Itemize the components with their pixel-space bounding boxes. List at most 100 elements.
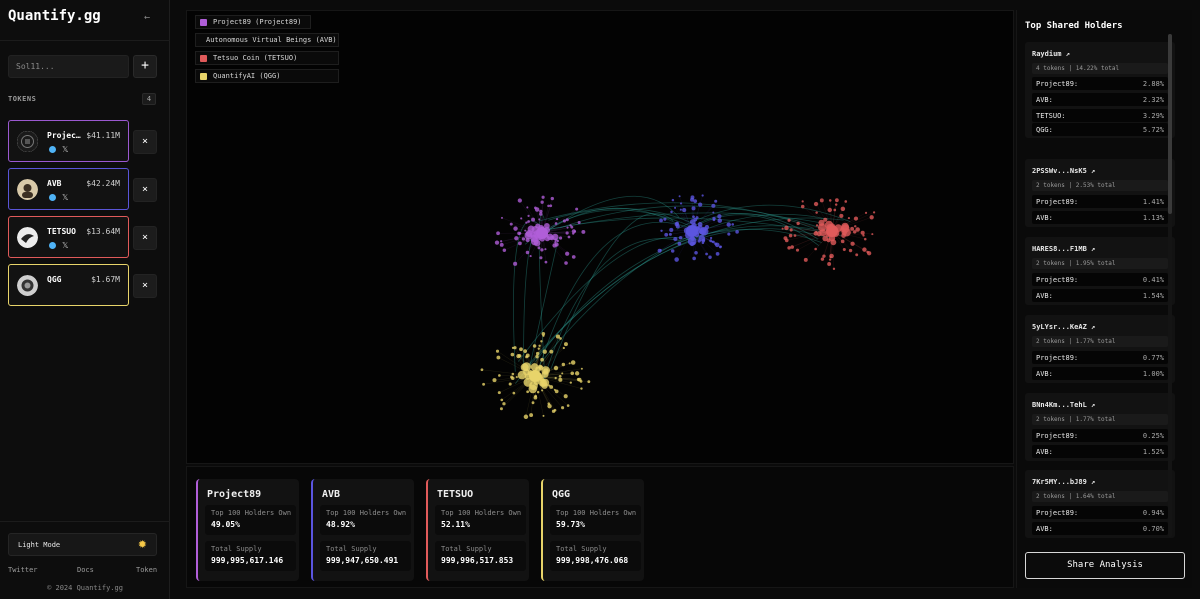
holder-node[interactable] (547, 402, 551, 406)
holder-node[interactable] (659, 218, 663, 223)
holder-node[interactable] (709, 236, 713, 240)
holder-node[interactable] (531, 401, 535, 405)
holder-node[interactable] (577, 220, 581, 225)
holder-node[interactable] (663, 217, 667, 221)
holder-node[interactable] (781, 227, 784, 230)
holder-node[interactable] (712, 211, 715, 214)
holder-node[interactable] (500, 216, 503, 219)
holder-node[interactable] (542, 414, 545, 417)
holder-node[interactable] (819, 198, 824, 203)
holder-node[interactable] (492, 378, 497, 383)
holder-node[interactable] (565, 231, 569, 235)
holder-node[interactable] (815, 211, 818, 214)
holder-node[interactable] (482, 382, 486, 386)
holder-card[interactable]: BNn4Km...TehL ↗ 2 tokens | 1.77% total P… (1025, 393, 1175, 461)
token-card-project89[interactable]: Project89 $41.11M 𝕏 (8, 120, 129, 162)
holder-node[interactable] (569, 381, 572, 384)
holder-node[interactable] (694, 251, 698, 255)
app-logo[interactable]: Quantify.gg (8, 8, 101, 24)
holder-node[interactable] (575, 207, 579, 211)
holder-node[interactable] (532, 344, 537, 348)
holder-node[interactable] (554, 241, 557, 244)
holder-node[interactable] (553, 365, 559, 371)
holder-node[interactable] (850, 226, 855, 231)
holder-node[interactable] (526, 206, 529, 209)
legend-item-project89[interactable]: Project89 (Project89) (195, 15, 311, 29)
holder-node[interactable] (580, 367, 583, 370)
holder-node[interactable] (855, 253, 859, 257)
holder-node[interactable] (563, 342, 568, 347)
website-icon[interactable] (49, 242, 56, 249)
holder-node[interactable] (842, 248, 846, 252)
token-card-qgg[interactable]: QGG $1.67M (8, 264, 129, 306)
holder-node[interactable] (678, 236, 683, 240)
holder-node[interactable] (826, 238, 831, 243)
holder-address-link[interactable]: 5yLYsr...KeAZ ↗ (1032, 323, 1095, 331)
remove-token-button[interactable]: × (133, 130, 157, 154)
holder-address-link[interactable]: HARES8...F1MB ↗ (1032, 245, 1095, 253)
holder-node[interactable] (579, 380, 583, 383)
holder-node[interactable] (827, 207, 832, 213)
token-hub-node[interactable] (686, 225, 698, 237)
x-twitter-icon[interactable]: 𝕏 (62, 193, 68, 202)
holder-node[interactable] (511, 372, 515, 376)
token-hub-node[interactable] (826, 225, 838, 237)
holder-node[interactable] (697, 239, 701, 243)
holder-node[interactable] (496, 355, 501, 360)
holder-node[interactable] (832, 267, 836, 271)
holder-node[interactable] (834, 198, 839, 203)
legend-item-qgg[interactable]: QuantifyAI (QGG) (195, 69, 339, 83)
holder-node[interactable] (679, 208, 682, 211)
holder-node[interactable] (813, 201, 819, 207)
holder-node[interactable] (853, 216, 859, 221)
holder-node[interactable] (847, 217, 851, 220)
holder-node[interactable] (692, 256, 696, 261)
holder-card[interactable]: HARES8...F1MB ↗ 2 tokens | 1.95% total P… (1025, 237, 1175, 305)
holder-node[interactable] (513, 346, 517, 350)
holder-node[interactable] (561, 406, 565, 410)
holder-node[interactable] (718, 245, 722, 249)
holder-node[interactable] (540, 357, 544, 362)
holder-node[interactable] (674, 206, 677, 209)
arrow-left-icon[interactable]: ← (144, 12, 150, 23)
website-icon[interactable] (49, 146, 56, 153)
holder-node[interactable] (562, 346, 565, 350)
holder-node[interactable] (678, 195, 681, 198)
holder-node[interactable] (523, 349, 528, 354)
holder-node[interactable] (497, 391, 501, 395)
legend-item-avb[interactable]: Autonomous Virtual Beings (AVB) (195, 33, 339, 47)
holder-node[interactable] (520, 217, 523, 220)
holder-node[interactable] (572, 232, 575, 235)
holder-node[interactable] (848, 248, 853, 253)
holder-node[interactable] (844, 200, 848, 203)
holder-node[interactable] (669, 227, 674, 233)
holder-card[interactable]: Raydium ↗ 4 tokens | 14.22% total Projec… (1025, 42, 1175, 138)
holder-node[interactable] (554, 222, 558, 225)
holder-node[interactable] (571, 255, 576, 259)
holder-node[interactable] (540, 200, 544, 204)
holder-node[interactable] (551, 233, 559, 241)
holder-node[interactable] (674, 222, 679, 227)
holder-node[interactable] (570, 371, 575, 376)
holder-node[interactable] (788, 233, 793, 238)
holder-node[interactable] (516, 353, 521, 359)
holder-node[interactable] (670, 210, 673, 214)
token-hub-node[interactable] (536, 227, 548, 239)
holder-node[interactable] (539, 256, 543, 260)
holder-node[interactable] (853, 230, 857, 234)
holder-node[interactable] (547, 204, 550, 208)
holder-node[interactable] (711, 203, 716, 208)
holder-node[interactable] (657, 248, 662, 253)
holder-node[interactable] (519, 347, 523, 352)
holder-node[interactable] (664, 232, 669, 237)
holder-node[interactable] (509, 222, 513, 226)
holder-node[interactable] (536, 390, 540, 394)
token-card-tetsuo[interactable]: TETSUO $13.64M 𝕏 (8, 216, 129, 258)
token-search-input[interactable] (8, 55, 129, 78)
holder-node[interactable] (517, 231, 521, 236)
holder-node[interactable] (587, 380, 591, 384)
holder-node[interactable] (708, 255, 712, 260)
holder-address-link[interactable]: Raydium ↗ (1032, 50, 1070, 58)
holder-node[interactable] (702, 238, 706, 242)
holder-node[interactable] (525, 355, 529, 359)
